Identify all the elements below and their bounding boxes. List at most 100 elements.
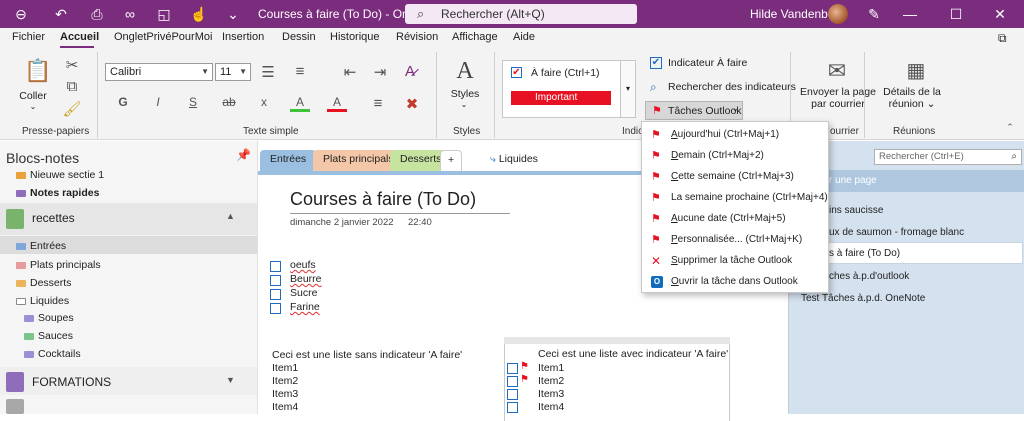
- page-item[interactable]: ux de saumon - fromage blanc: [829, 227, 964, 238]
- add-section-button[interactable]: +: [440, 150, 463, 171]
- tab-fichier[interactable]: Fichier: [12, 31, 45, 43]
- copy-icon[interactable]: ⧉: [62, 78, 82, 95]
- highlight-button[interactable]: A: [290, 95, 310, 112]
- notebook-icon[interactable]: [6, 399, 24, 414]
- decrease-indent-icon[interactable]: ⇤: [340, 63, 360, 81]
- menu-item-open-in-outlook[interactable]: O Ouvrir la tâche dans Outlook: [642, 272, 828, 292]
- checkbox[interactable]: [270, 261, 281, 272]
- email-page-icon[interactable]: ✉: [825, 58, 849, 84]
- menu-item-no-date[interactable]: ⚑ Aucune date (Ctrl+Maj+5): [642, 209, 828, 229]
- todo-tag-button[interactable]: Indicateur À faire: [668, 57, 747, 69]
- touch-mode-icon[interactable]: ☝: [190, 5, 208, 23]
- section-cocktails[interactable]: Cocktails: [24, 348, 81, 360]
- section-desserts[interactable]: Desserts: [16, 277, 71, 289]
- tab-accueil[interactable]: Accueil: [60, 31, 99, 43]
- tab-dessin[interactable]: Dessin: [282, 31, 316, 43]
- increase-indent-icon[interactable]: ⇥: [370, 63, 390, 81]
- strikethrough-button[interactable]: ab: [219, 95, 239, 109]
- section-entrees[interactable]: Entrées: [16, 240, 66, 252]
- outlook-tasks-button[interactable]: ⚑ Tâches Outlook ⌄: [645, 101, 743, 120]
- menu-item-today[interactable]: ⚑ Aujourd'hui (Ctrl+Maj+1): [642, 125, 828, 145]
- maximize-icon[interactable]: ☐: [947, 5, 965, 23]
- page-item[interactable]: ins saucisse: [829, 205, 883, 216]
- gallery-more-button[interactable]: ▾: [620, 60, 636, 118]
- tab-onglet-prive[interactable]: OngletPrivéPourMoi: [114, 31, 212, 43]
- tab-insertion[interactable]: Insertion: [222, 31, 264, 43]
- undo-icon[interactable]: ↶: [52, 5, 70, 23]
- clear-formatting-icon[interactable]: A̷: [400, 63, 420, 80]
- page-search-input[interactable]: Rechercher (Ctrl+E) ⌕: [874, 149, 1022, 165]
- page-item[interactable]: ches à.p.d'outlook: [829, 271, 909, 282]
- font-color-button[interactable]: A: [327, 95, 347, 112]
- section-sauces[interactable]: Sauces: [24, 330, 73, 342]
- bullets-icon[interactable]: ☰: [258, 63, 278, 81]
- paste-button[interactable]: Coller: [18, 90, 48, 102]
- container-drag-handle[interactable]: [504, 337, 730, 344]
- numbering-icon[interactable]: ≡: [290, 63, 310, 80]
- tab-affichage[interactable]: Affichage: [452, 31, 498, 43]
- underline-button[interactable]: S: [183, 95, 203, 109]
- section-item[interactable]: Nieuwe sectie 1: [16, 169, 104, 181]
- pen-icon[interactable]: ✎: [865, 5, 883, 23]
- menu-item-tomorrow[interactable]: ⚑ Demain (Ctrl+Maj+2): [642, 146, 828, 166]
- checkbox[interactable]: [507, 402, 518, 413]
- paste-dropdown-icon[interactable]: ⌄: [26, 102, 40, 111]
- checkbox[interactable]: [270, 289, 281, 300]
- link-icon[interactable]: ∞: [121, 5, 139, 23]
- delete-icon[interactable]: ✖: [402, 95, 422, 113]
- checkbox[interactable]: [270, 275, 281, 286]
- page-item-selected[interactable]: s à faire (To Do): [829, 248, 900, 259]
- paste-icon[interactable]: 📋: [24, 58, 51, 84]
- tag-todo[interactable]: À faire (Ctrl+1): [531, 67, 600, 79]
- tab-section-entrees[interactable]: Entrées: [260, 150, 317, 171]
- tags-gallery[interactable]: ✔ À faire (Ctrl+1) Important (Ctrl+2) !: [502, 60, 636, 118]
- menu-item-custom[interactable]: ⚑ Personnalisée... (Ctrl+Maj+K): [642, 230, 828, 250]
- search-box[interactable]: ⌕ Rechercher (Alt+Q): [405, 4, 637, 24]
- minimize-icon[interactable]: —: [901, 5, 919, 23]
- tab-aide[interactable]: Aide: [513, 31, 535, 43]
- cut-icon[interactable]: ✂: [62, 56, 82, 74]
- tab-historique[interactable]: Historique: [330, 31, 380, 43]
- italic-button[interactable]: I: [148, 95, 168, 109]
- collapse-icon[interactable]: ▲: [226, 211, 235, 221]
- avatar[interactable]: [828, 4, 848, 24]
- checkbox[interactable]: [270, 303, 281, 314]
- notebook-row-formations[interactable]: FORMATIONS ▼: [0, 367, 257, 395]
- find-tags-button[interactable]: Rechercher des indicateurs: [668, 81, 796, 93]
- tab-revision[interactable]: Révision: [396, 31, 438, 43]
- meeting-details-icon[interactable]: ▦: [904, 58, 928, 83]
- align-icon[interactable]: ≡: [368, 95, 388, 112]
- section-plats[interactable]: Plats principals: [16, 259, 101, 271]
- menu-item-this-week[interactable]: ⚑ Cette semaine (Ctrl+Maj+3): [642, 167, 828, 187]
- font-size-combo[interactable]: 11 ▼: [215, 63, 251, 81]
- back-icon[interactable]: ⊖: [12, 5, 30, 23]
- collapse-ribbon-icon[interactable]: ⌃: [1000, 122, 1020, 133]
- quick-notes-item[interactable]: Notes rapides: [16, 187, 99, 199]
- tag-important[interactable]: Important (Ctrl+2): [511, 91, 611, 117]
- dock-icon[interactable]: ◱: [155, 5, 173, 23]
- styles-dropdown-icon[interactable]: ⌄: [457, 100, 471, 109]
- customize-toolbar-icon[interactable]: ⌄: [224, 5, 242, 23]
- tab-section-group-liquides[interactable]: ⤷ Liquides: [480, 150, 548, 171]
- subscript-button[interactable]: x: [254, 95, 274, 109]
- styles-icon[interactable]: A: [452, 58, 478, 85]
- checkbox[interactable]: [507, 389, 518, 400]
- print-icon[interactable]: ⎙: [88, 5, 106, 23]
- styles-button[interactable]: Styles: [448, 88, 482, 100]
- meeting-details-button[interactable]: Détails de la réunion ⌄: [872, 86, 952, 110]
- menu-item-next-week[interactable]: ⚑ La semaine prochaine (Ctrl+Maj+4): [642, 188, 828, 208]
- menu-item-delete-task[interactable]: ✕ Supprimer la tâche Outlook: [642, 251, 828, 271]
- bold-button[interactable]: G: [113, 95, 133, 109]
- close-icon[interactable]: ✕: [991, 5, 1009, 23]
- checkbox[interactable]: [507, 376, 518, 387]
- page-item[interactable]: Test Tâches à.p.d. OneNote: [801, 293, 925, 304]
- font-name-combo[interactable]: Calibri ▼: [105, 63, 213, 81]
- section-soupes[interactable]: Soupes: [24, 312, 74, 324]
- checkbox[interactable]: [507, 363, 518, 374]
- page-title[interactable]: Courses à faire (To Do): [290, 189, 476, 210]
- current-notebook-row[interactable]: recettes ▲: [0, 203, 257, 235]
- format-painter-icon[interactable]: 🖌: [62, 100, 82, 118]
- pin-icon[interactable]: 📌: [236, 148, 251, 162]
- ribbon-options-icon[interactable]: ⧉: [998, 31, 1007, 46]
- section-group-liquides[interactable]: Liquides: [16, 295, 69, 307]
